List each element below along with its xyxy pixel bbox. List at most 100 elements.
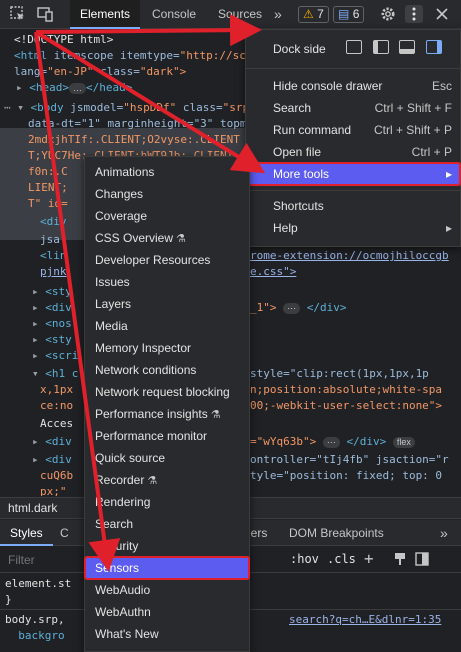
tab-elements[interactable]: Elements — [70, 0, 141, 29]
menu-item-security[interactable]: Security — [85, 535, 249, 557]
menu-item-network-request-blocking[interactable]: Network request blocking — [85, 381, 249, 403]
dock-right-icon[interactable] — [426, 40, 442, 54]
experiment-flask-icon: ⚗ — [210, 409, 221, 421]
menu-item-open-file[interactable]: Open file Ctrl + P — [246, 141, 460, 163]
dom-line[interactable]: 2mdxjhTIf:.CLIENT;O2vyse:.CLIENT — [28, 132, 240, 148]
dom-line[interactable]: ▸ <sty — [32, 284, 72, 300]
dom-line[interactable]: ▸ <div — [32, 434, 72, 450]
hover-state-toggle[interactable]: :hov — [290, 552, 319, 566]
dom-line[interactable]: data-dt="1" marginheight="3" topm — [28, 116, 247, 132]
dom-line[interactable]: ontroller="tIj4fb" jsaction="r — [250, 452, 449, 468]
menu-item-more-tools[interactable]: More tools ▸ — [245, 162, 461, 186]
dom-line[interactable]: ▸ <sty — [32, 332, 72, 348]
style-property[interactable]: backgro — [5, 628, 64, 644]
warnings-count: 7 — [317, 7, 324, 21]
dom-line[interactable]: _1"> ⋯ </div> — [250, 300, 347, 316]
menu-item-animations[interactable]: Animations — [85, 161, 249, 183]
close-devtools-icon[interactable] — [433, 5, 451, 23]
style-rule-selector: element.st — [5, 577, 72, 590]
dom-line[interactable]: f0n:.C — [28, 164, 68, 180]
menu-item-performance-insights[interactable]: Performance insights ⚗ — [85, 403, 249, 425]
menu-separator — [246, 190, 460, 191]
dom-line[interactable]: LIENT; — [28, 180, 68, 196]
settings-gear-icon[interactable] — [379, 5, 397, 23]
dom-line[interactable]: <lin — [40, 248, 67, 264]
menu-item-shortcuts[interactable]: Shortcuts — [246, 195, 460, 217]
menu-item-run-command[interactable]: Run command Ctrl + Shift + P — [246, 119, 460, 141]
tab-dom-breakpoints[interactable]: DOM Breakpoints — [289, 520, 384, 546]
computed-styles-icon[interactable] — [415, 552, 429, 566]
menu-item-recorder[interactable]: Recorder ⚗ — [85, 469, 249, 491]
menu-item-help[interactable]: Help ▸ — [246, 217, 460, 239]
menu-item-whats-new[interactable]: What's New — [85, 623, 249, 645]
menu-item-coverage[interactable]: Coverage — [85, 205, 249, 227]
tab-computed[interactable]: C — [60, 520, 69, 546]
menu-item-issues[interactable]: Issues — [85, 271, 249, 293]
menu-item-memory-inspector[interactable]: Memory Inspector — [85, 337, 249, 359]
menu-item-hide-console-drawer[interactable]: Hide console drawer Esc — [246, 75, 460, 97]
menu-item-css-overview[interactable]: CSS Overview ⚗ — [85, 227, 249, 249]
menu-item-sensors[interactable]: Sensors — [84, 556, 250, 580]
dom-line[interactable]: 00;-webkit-user-select:none"> — [250, 398, 442, 414]
customize-kebab-icon[interactable] — [405, 5, 423, 23]
dom-line[interactable]: ▸ <scri — [32, 348, 78, 364]
class-toggle[interactable]: .cls — [327, 552, 356, 566]
dom-line[interactable]: <html itemscope itemtype="http://sc — [14, 48, 246, 64]
stylesheet-link[interactable]: e.css"> — [250, 264, 296, 280]
experiment-flask-icon: ⚗ — [147, 475, 158, 487]
dom-line[interactable]: px;" — [40, 484, 67, 496]
menu-item-network-conditions[interactable]: Network conditions — [85, 359, 249, 381]
dom-line[interactable]: ▸ <div — [32, 452, 72, 468]
tab-styles[interactable]: Styles — [0, 520, 53, 546]
dom-line[interactable]: x,1px — [40, 382, 73, 398]
dock-bottom-icon[interactable] — [399, 40, 415, 54]
more-tabs-chevron-icon[interactable]: » — [440, 520, 448, 546]
menu-item-search[interactable]: Search — [85, 513, 249, 535]
menu-item-webauthn[interactable]: WebAuthn — [85, 601, 249, 623]
inspect-element-icon[interactable] — [9, 5, 27, 23]
dom-line[interactable]: style="clip:rect(1px,1px,1p — [250, 366, 429, 382]
device-toolbar-icon[interactable] — [36, 5, 54, 23]
dom-line[interactable]: n;position:absolute;white-spa — [250, 382, 442, 398]
messages-badge[interactable]: ▤ 6 — [333, 6, 365, 23]
color-format-icon[interactable] — [393, 552, 407, 566]
dom-line[interactable]: ▸ <div — [32, 300, 72, 316]
menu-item-media[interactable]: Media — [85, 315, 249, 337]
dom-line[interactable]: <div — [40, 214, 67, 230]
menu-item-performance-monitor[interactable]: Performance monitor — [85, 425, 249, 447]
dom-line[interactable]: jsa — [40, 232, 60, 248]
dom-line[interactable]: Acces — [40, 416, 73, 432]
submenu-arrow-icon: ▸ — [445, 167, 452, 181]
tab-sources[interactable]: Sources — [208, 0, 272, 29]
messages-count: 6 — [352, 7, 360, 21]
dom-line[interactable]: pjnk — [40, 264, 67, 280]
menu-item-search[interactable]: Search Ctrl + Shift + F — [246, 97, 460, 119]
menu-item-quick-source[interactable]: Quick source — [85, 447, 249, 469]
stylesheet-link[interactable]: rome-extension://ocmojhiloccgb — [250, 248, 449, 264]
warnings-badge[interactable]: ⚠ 7 — [298, 6, 329, 23]
dom-line[interactable]: tyle="position: fixed; top: 0 — [250, 468, 442, 484]
dom-line[interactable]: ⋯ ▾ <body jsmodel="hspDDf" class="srp — [4, 100, 249, 116]
undock-icon[interactable] — [346, 40, 362, 54]
dom-line[interactable]: ▸ <nos — [32, 316, 72, 332]
dom-line[interactable]: cuQ6b — [40, 468, 73, 484]
tab-console[interactable]: Console — [142, 0, 206, 29]
menu-item-webaudio[interactable]: WebAudio — [85, 579, 249, 601]
dom-line[interactable]: ▾ <h1 c — [32, 366, 78, 382]
breadcrumb-item-html[interactable]: html.dark — [8, 501, 57, 515]
dom-line[interactable]: <!DOCTYPE html> — [14, 32, 113, 48]
menu-item-developer-resources[interactable]: Developer Resources — [85, 249, 249, 271]
add-rule-icon[interactable]: + — [364, 549, 374, 568]
dom-line[interactable]: ="wYq63b"> ⋯ </div> flex — [250, 434, 415, 450]
dom-line[interactable]: ce:no — [40, 398, 73, 414]
more-tabs-chevron-icon[interactable]: » — [264, 0, 292, 29]
menu-item-rendering[interactable]: Rendering — [85, 491, 249, 513]
dom-line[interactable]: lang="en-JP" class="dark"> — [14, 64, 186, 80]
dom-line[interactable]: T" id= — [28, 196, 68, 212]
source-link[interactable]: search?q=ch…E&dlnr=1:35 — [289, 612, 441, 628]
dom-line[interactable]: ▸ <head>… </head> — [16, 80, 132, 96]
menu-item-changes[interactable]: Changes — [85, 183, 249, 205]
menu-item-layers[interactable]: Layers — [85, 293, 249, 315]
dock-left-icon[interactable] — [373, 40, 389, 54]
warning-icon: ⚠ — [303, 7, 314, 21]
